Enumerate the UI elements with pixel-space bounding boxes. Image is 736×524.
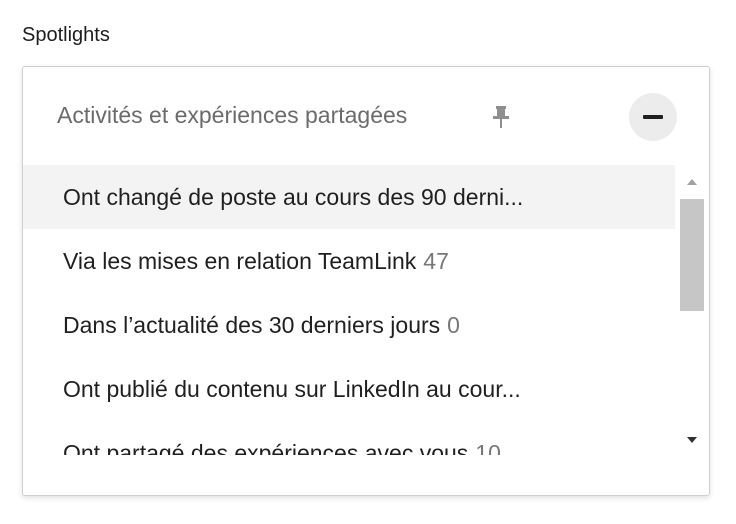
scroll-up-arrow-icon[interactable] [687, 179, 697, 185]
list-item[interactable]: Dans l’actualité des 30 derniers jours 0 [23, 293, 675, 357]
list-item-label: Ont publié du contenu sur LinkedIn au co… [63, 375, 521, 402]
scrollbar-thumb[interactable] [680, 199, 704, 311]
list-item[interactable]: Ont partagé des expériences avec vous 10 [23, 421, 675, 456]
list-item-count: 10 [475, 439, 501, 456]
panel-header: Activités et expériences partagées [23, 67, 709, 165]
list-item-label: Ont changé de poste au cours des 90 dern… [63, 183, 524, 210]
pin-icon [491, 105, 511, 129]
collapse-button[interactable] [629, 93, 677, 141]
section-title: Spotlights [22, 24, 110, 46]
list-item[interactable]: Ont publié du contenu sur LinkedIn au co… [23, 357, 675, 421]
list-item-count: 0 [447, 311, 460, 338]
spotlight-list[interactable]: Ont changé de poste au cours des 90 dern… [23, 165, 675, 455]
list-item-label: Via les mises en relation TeamLink [63, 247, 417, 274]
scroll-down-arrow-icon[interactable] [687, 437, 697, 443]
scrollbar[interactable] [675, 165, 709, 455]
panel-header-label: Activités et expériences partagées [57, 102, 408, 128]
list-item[interactable]: Via les mises en relation TeamLink 47 [23, 229, 675, 293]
list-item-label: Dans l’actualité des 30 derniers jours [63, 311, 441, 338]
list-item-label: Ont partagé des expériences avec vous [63, 439, 469, 456]
minus-icon [643, 115, 663, 119]
spotlights-panel: Activités et expériences partagées Ont c… [22, 66, 710, 496]
list-item-count: 47 [423, 247, 449, 274]
list-item[interactable]: Ont changé de poste au cours des 90 dern… [23, 165, 675, 229]
